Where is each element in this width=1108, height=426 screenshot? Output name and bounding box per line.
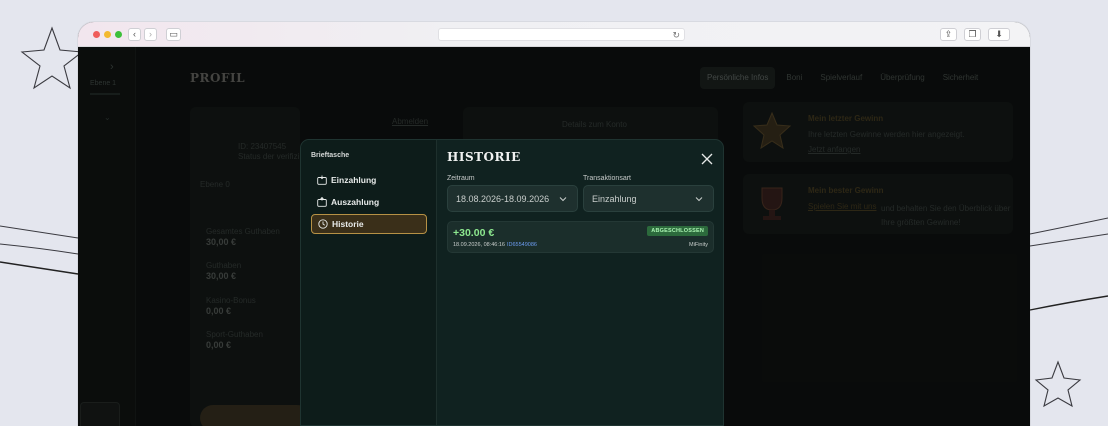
chevron-down-icon [559,197,567,202]
history-icon [318,219,328,229]
wallet-modal: Brieftasche Einzahlung Auszahlung Histor… [300,139,724,426]
modal-title: HISTORIE [447,150,521,164]
close-window-dot[interactable] [93,31,100,38]
transaction-meta: 18.09.2026, 08:46:16 ID65549086 [453,242,537,248]
wallet-sidebar: Brieftasche Einzahlung Auszahlung Histor… [301,140,437,425]
transaction-datetime: 18.09.2026, 08:46:16 [453,242,505,248]
tabs-icon[interactable]: ❐ [964,28,981,41]
maximize-window-dot[interactable] [115,31,122,38]
sidebar-item-withdrawal[interactable]: Auszahlung [311,192,427,212]
transaction-provider: MiFinity [689,242,708,248]
wallet-out-icon [317,197,327,207]
sidebar-item-label: Auszahlung [331,197,380,207]
period-select[interactable]: 18.08.2026-18.09.2026 [447,185,578,212]
minimize-window-dot[interactable] [104,31,111,38]
transaction-amount: +30.00 € [453,227,495,239]
back-icon[interactable]: ‹ [128,28,141,41]
sidebar-item-deposit[interactable]: Einzahlung [311,170,427,190]
download-icon[interactable]: ⬇ [988,28,1010,41]
chevron-down-icon [695,197,703,202]
wallet-sidebar-title: Brieftasche [311,152,350,159]
address-bar[interactable]: ↻ [438,28,685,41]
transaction-type-value: Einzahlung [592,193,637,204]
period-label: Zeitraum [447,175,475,182]
forward-icon[interactable]: › [144,28,157,41]
period-value: 18.08.2026-18.09.2026 [456,193,550,204]
sidebar-toggle-icon[interactable]: ▭ [166,28,181,41]
browser-toolbar: ‹ › ▭ ↻ ⇪ ❐ ⬇ [78,22,1030,47]
history-panel: HISTORIE Zeitraum 18.08.2026-18.09.2026 … [437,140,723,425]
transaction-id[interactable]: ID65549086 [507,242,537,248]
browser-window: ‹ › ▭ ↻ ⇪ ❐ ⬇ › Ebene 1 ⌄ PROFIL Persönl… [78,22,1030,426]
sidebar-item-label: Historie [332,219,364,229]
sidebar-item-history[interactable]: Historie [311,214,427,234]
wallet-in-icon [317,175,327,185]
reload-icon[interactable]: ↻ [672,29,680,41]
sidebar-item-label: Einzahlung [331,175,377,185]
close-icon[interactable] [701,153,713,165]
transaction-type-label: Transaktionsart [583,175,631,182]
transaction-row[interactable]: +30.00 € ABGESCHLOSSEN 18.09.2026, 08:46… [447,221,714,253]
transaction-type-select[interactable]: Einzahlung [583,185,714,212]
share-icon[interactable]: ⇪ [940,28,957,41]
status-badge: ABGESCHLOSSEN [647,226,708,236]
